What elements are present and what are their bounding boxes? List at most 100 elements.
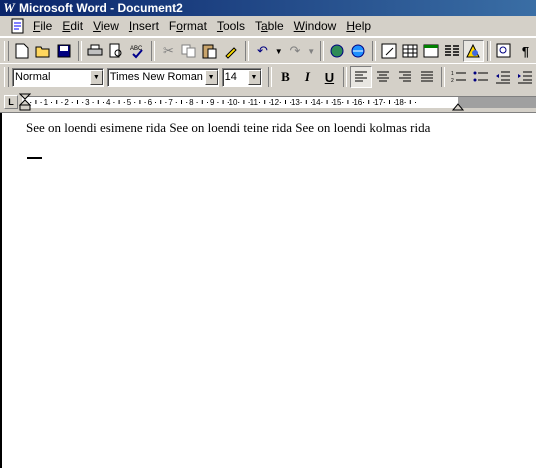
ruler-number: 17 bbox=[374, 98, 383, 107]
show-hide-button[interactable]: ¶ bbox=[515, 40, 536, 62]
ruler-dot bbox=[155, 102, 156, 103]
print-button[interactable] bbox=[85, 40, 106, 62]
underline-button[interactable]: U bbox=[318, 66, 340, 88]
columns-button[interactable] bbox=[442, 40, 463, 62]
ruler[interactable]: L 1 2 3 4 5 6 7 8 9 10 11 12 13 14 15 16 17 18 bbox=[0, 90, 536, 113]
menu-format[interactable]: Format bbox=[164, 19, 212, 33]
toolbar-grip[interactable] bbox=[4, 67, 9, 87]
copy-button[interactable] bbox=[179, 40, 200, 62]
font-size-dropdown[interactable]: 14 ▼ bbox=[221, 67, 262, 87]
chevron-down-icon[interactable]: ▼ bbox=[247, 69, 261, 85]
ruler-number: 12 bbox=[270, 98, 279, 107]
style-dropdown[interactable]: Normal ▼ bbox=[12, 67, 104, 87]
menu-table[interactable]: Table bbox=[250, 19, 289, 33]
document-area[interactable]: See on loendi esimene rida See on loendi… bbox=[0, 113, 536, 468]
save-button[interactable] bbox=[54, 40, 75, 62]
ruler-tick bbox=[347, 100, 349, 104]
ruler-tick bbox=[97, 100, 99, 104]
ruler-dot bbox=[113, 102, 115, 103]
open-button[interactable] bbox=[33, 40, 54, 62]
insert-table-button[interactable] bbox=[400, 40, 421, 62]
document-menu-icon[interactable] bbox=[10, 18, 26, 34]
bold-button[interactable]: B bbox=[275, 66, 297, 88]
increase-indent-button[interactable] bbox=[514, 66, 536, 88]
ruler-dot bbox=[123, 102, 125, 103]
menu-insert[interactable]: Insert bbox=[124, 19, 164, 33]
spelling-check-icon: ABC bbox=[130, 46, 143, 59]
align-right-button[interactable] bbox=[394, 66, 416, 88]
menu-window[interactable]: Window bbox=[289, 19, 342, 33]
document-map-button[interactable] bbox=[494, 40, 515, 62]
web-toolbar-button[interactable] bbox=[348, 40, 369, 62]
undo-dropdown[interactable]: ▼ bbox=[273, 40, 284, 62]
spelling-button[interactable]: ABC bbox=[127, 40, 148, 62]
ruler-dot bbox=[165, 102, 167, 103]
ruler-dot bbox=[363, 102, 364, 103]
right-indent-marker-icon[interactable] bbox=[452, 101, 464, 111]
redo-icon: ↷ bbox=[289, 43, 301, 58]
ruler-dot bbox=[269, 102, 271, 103]
undo-button[interactable]: ↶ bbox=[252, 40, 273, 62]
cut-button[interactable]: ✂ bbox=[158, 40, 179, 62]
print-preview-button[interactable] bbox=[106, 40, 127, 62]
ruler-dot bbox=[404, 102, 406, 103]
indent-marker-icon[interactable] bbox=[19, 93, 31, 111]
center-button[interactable] bbox=[372, 66, 394, 88]
document-text[interactable]: See on loendi esimene rida See on loendi… bbox=[26, 120, 446, 136]
new-document-button[interactable] bbox=[12, 40, 33, 62]
print-preview-icon bbox=[109, 43, 122, 58]
justify-button[interactable] bbox=[416, 66, 438, 88]
standard-toolbar: ABC ✂ ↶ ▼ ↷ ▼ ¶ bbox=[0, 37, 536, 65]
insert-hyperlink-button[interactable] bbox=[327, 40, 348, 62]
paste-button[interactable] bbox=[200, 40, 221, 62]
style-value: Normal bbox=[15, 71, 51, 83]
increase-indent-icon bbox=[518, 71, 533, 84]
ruler-dot bbox=[373, 102, 375, 103]
menu-tools[interactable]: Tools bbox=[212, 19, 250, 33]
ruler-tick bbox=[56, 100, 58, 104]
align-left-icon bbox=[355, 71, 368, 82]
italic-button[interactable]: I bbox=[296, 66, 318, 88]
redo-button[interactable]: ↷ bbox=[284, 40, 305, 62]
align-right-icon bbox=[399, 71, 412, 82]
chevron-down-icon[interactable]: ▼ bbox=[89, 69, 103, 85]
redo-dropdown[interactable]: ▼ bbox=[305, 40, 316, 62]
ruler-dot bbox=[227, 102, 229, 103]
ruler-dot bbox=[186, 102, 188, 103]
drawing-button[interactable] bbox=[462, 40, 485, 62]
dropdown-arrow-icon: ▼ bbox=[307, 46, 316, 56]
ruler-number: 6 bbox=[148, 98, 153, 107]
svg-text:1: 1 bbox=[451, 71, 454, 77]
title-bar: W Microsoft Word - Document2 bbox=[0, 0, 536, 16]
toolbar-separator bbox=[267, 67, 272, 87]
bullets-button[interactable] bbox=[470, 66, 492, 88]
ruler-number: 3 bbox=[85, 98, 90, 107]
formatting-toolbar: Normal ▼ Times New Roman ▼ 14 ▼ B I U 12 bbox=[0, 63, 536, 91]
insert-excel-button[interactable] bbox=[421, 40, 442, 62]
menu-edit[interactable]: Edit bbox=[57, 19, 88, 33]
toolbar-separator bbox=[487, 41, 491, 61]
ruler-tick bbox=[389, 100, 390, 104]
toolbar-separator bbox=[150, 41, 155, 61]
numbering-button[interactable]: 12 bbox=[448, 66, 470, 88]
ruler-dot bbox=[217, 102, 219, 103]
menu-help[interactable]: Help bbox=[341, 19, 376, 33]
decrease-indent-button[interactable] bbox=[492, 66, 514, 88]
ruler-tick bbox=[326, 100, 328, 104]
toolbar-grip[interactable] bbox=[4, 41, 9, 61]
menu-file[interactable]: File bbox=[28, 19, 57, 33]
numbered-list-icon: 12 bbox=[451, 71, 467, 84]
format-painter-button[interactable] bbox=[221, 40, 242, 62]
ruler-number: 13 bbox=[291, 98, 300, 107]
ruler-number: 5 bbox=[127, 98, 132, 107]
tables-borders-button[interactable] bbox=[379, 40, 400, 62]
chevron-down-icon[interactable]: ▼ bbox=[204, 69, 218, 85]
ruler-dot bbox=[290, 102, 292, 103]
ruler-dot bbox=[300, 102, 302, 103]
ruler-dot bbox=[311, 102, 312, 103]
font-dropdown[interactable]: Times New Roman ▼ bbox=[106, 67, 219, 87]
ruler-number: 11 bbox=[250, 98, 259, 107]
align-left-button[interactable] bbox=[350, 66, 373, 88]
toolbar-separator bbox=[343, 67, 348, 87]
menu-view[interactable]: View bbox=[88, 19, 124, 33]
